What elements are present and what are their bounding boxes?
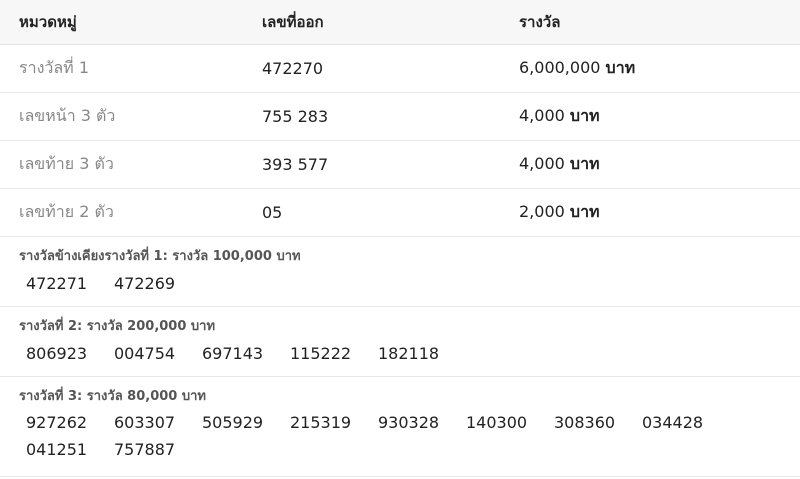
row-prize: 4,000 บาท <box>519 104 800 129</box>
prize-unit: บาท <box>569 106 600 125</box>
list-item: 930328 <box>378 413 440 432</box>
list-item: 927262 <box>26 413 88 432</box>
prize-amount: 6,000,000 <box>519 58 601 77</box>
prize-unit: บาท <box>569 202 600 221</box>
list-item: 806923 <box>26 344 88 363</box>
list-item: 505929 <box>202 413 264 432</box>
row-category: เลขท้าย 3 ตัว <box>19 154 114 173</box>
prize-group-second: รางวัลที่ 2: รางวัล 200,000 บาท 806923 0… <box>0 307 800 377</box>
row-category: เลขหน้า 3 ตัว <box>19 106 116 125</box>
list-item: 757887 <box>114 440 176 459</box>
group-title: รางวัลที่ 3: รางวัล 80,000 บาท <box>19 389 206 404</box>
table-row: เลขท้าย 3 ตัว 393 577 4,000 บาท <box>0 141 800 189</box>
group-title: รางวัลที่ 2: รางวัล 200,000 บาท <box>19 319 216 334</box>
group-numbers: 472271 472269 <box>0 264 800 301</box>
table-row: เลขหน้า 3 ตัว 755 283 4,000 บาท <box>0 93 800 141</box>
row-number: 472270 <box>262 59 324 78</box>
list-item: 308360 <box>554 413 616 432</box>
row-number: 05 <box>262 203 283 222</box>
prize-unit: บาท <box>569 154 600 173</box>
row-category: รางวัลที่ 1 <box>19 58 89 77</box>
prize-group-third: รางวัลที่ 3: รางวัล 80,000 บาท 927262 60… <box>0 377 800 477</box>
row-prize: 6,000,000 บาท <box>519 56 800 81</box>
group-title: รางวัลข้างเคียงรางวัลที่ 1: รางวัล 100,0… <box>19 249 301 264</box>
row-number: 755 283 <box>262 107 329 126</box>
list-item: 182118 <box>378 344 440 363</box>
list-item: 140300 <box>466 413 528 432</box>
list-item: 115222 <box>290 344 352 363</box>
prize-amount: 4,000 <box>519 154 565 173</box>
list-item: 041251 <box>26 440 88 459</box>
list-item: 697143 <box>202 344 264 363</box>
row-prize: 4,000 บาท <box>519 152 800 177</box>
list-item: 215319 <box>290 413 352 432</box>
row-prize: 2,000 บาท <box>519 200 800 225</box>
prize-amount: 2,000 <box>519 202 565 221</box>
lottery-results-table: หมวดหมู่ เลขที่ออก รางวัล รางวัลที่ 1 47… <box>0 0 800 479</box>
row-category: เลขท้าย 2 ตัว <box>19 202 114 221</box>
list-item: 603307 <box>114 413 176 432</box>
list-item: 472269 <box>114 274 176 293</box>
list-item: 472271 <box>26 274 88 293</box>
group-numbers: 927262 603307 505929 215319 930328 14030… <box>0 404 800 471</box>
table-row: เลขท้าย 2 ตัว 05 2,000 บาท <box>0 189 800 237</box>
header-prize: รางวัล <box>519 13 561 31</box>
table-header: หมวดหมู่ เลขที่ออก รางวัล <box>0 0 800 45</box>
prize-amount: 4,000 <box>519 106 565 125</box>
prize-group-adjacent-first: รางวัลข้างเคียงรางวัลที่ 1: รางวัล 100,0… <box>0 237 800 307</box>
list-item: 004754 <box>114 344 176 363</box>
header-number: เลขที่ออก <box>262 13 324 31</box>
group-numbers: 806923 004754 697143 115222 182118 <box>0 334 800 371</box>
list-item: 034428 <box>642 413 704 432</box>
row-number: 393 577 <box>262 155 329 174</box>
prize-unit: บาท <box>605 58 636 77</box>
header-category: หมวดหมู่ <box>19 13 77 31</box>
table-row: รางวัลที่ 1 472270 6,000,000 บาท <box>0 45 800 93</box>
